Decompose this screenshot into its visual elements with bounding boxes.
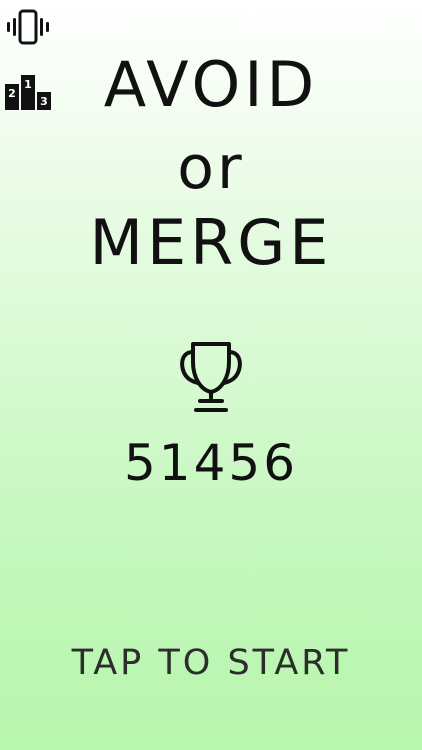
game-title-line-1: AVOID xyxy=(103,48,319,121)
vibrate-icon xyxy=(7,9,49,45)
best-score: 51456 xyxy=(123,434,299,492)
game-title-line-3: MERGE xyxy=(89,206,333,279)
tap-to-start-button[interactable]: TAP TO START xyxy=(40,636,382,690)
start-screen[interactable]: 2 1 3 AVOID or MERGE 51456 TAP TO START xyxy=(0,0,422,750)
vibrate-toggle-button[interactable] xyxy=(6,8,50,46)
game-title-line-2: or xyxy=(177,133,245,203)
trophy-icon xyxy=(180,342,242,412)
